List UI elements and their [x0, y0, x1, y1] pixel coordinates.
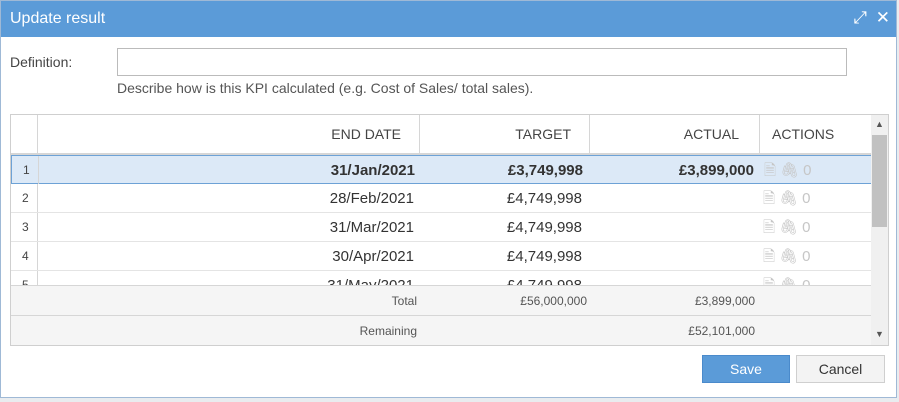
grid-scrollbar[interactable]: ▲ ▼: [871, 115, 888, 345]
note-icon[interactable]: 🗎: [763, 190, 775, 207]
dialog-titlebar: Update result ⤢ ✕: [1, 1, 896, 37]
table-row[interactable]: 5 31/May/2021 £4,749,998 🗎 🖇 0: [11, 271, 873, 285]
total-target: £56,000,000: [520, 294, 587, 308]
cell-actions: 🗎🖇0: [763, 184, 863, 212]
note-icon[interactable]: 🗎: [764, 162, 776, 179]
cell-target[interactable]: £4,749,998: [419, 242, 587, 270]
remaining-row: Remaining £52,101,000: [11, 315, 873, 345]
table-row[interactable]: 3 31/Mar/2021 £4,749,998 🗎 🖇 0: [11, 213, 873, 242]
scroll-down-icon[interactable]: ▼: [871, 329, 888, 339]
row-number: 5: [11, 271, 38, 285]
cell-actions: 🗎🖇0: [763, 242, 863, 270]
close-icon[interactable]: ✕: [876, 8, 890, 28]
note-icon[interactable]: 🗎: [763, 248, 775, 265]
cell-actions: 🗎🖇0: [763, 213, 863, 241]
definition-input[interactable]: [117, 48, 847, 76]
note-icon[interactable]: 🗎: [763, 219, 775, 236]
cell-target[interactable]: £4,749,998: [419, 184, 587, 212]
cell-end-date[interactable]: 28/Feb/2021: [38, 184, 419, 212]
cell-target[interactable]: £3,749,998: [420, 156, 588, 184]
cell-actions: 🗎🖇0: [764, 156, 864, 184]
cell-end-date[interactable]: 31/May/2021: [38, 271, 419, 285]
cell-actual[interactable]: [587, 271, 753, 285]
header-actual[interactable]: ACTUAL: [590, 115, 760, 153]
row-number: 4: [11, 242, 38, 270]
scroll-up-icon[interactable]: ▲: [871, 119, 888, 129]
total-label: Total: [391, 294, 417, 308]
row-number: 2: [11, 184, 38, 212]
results-grid: END DATE TARGET ACTUAL ACTIONS 1 31/Jan/…: [10, 114, 889, 346]
remaining-label: Remaining: [359, 324, 417, 338]
paperclip-icon[interactable]: 🖇: [779, 248, 798, 265]
cell-end-date[interactable]: 31/Mar/2021: [38, 213, 419, 241]
paperclip-icon[interactable]: 🖇: [779, 277, 798, 285]
update-result-dialog: Update result ⤢ ✕ Definition: Describe h…: [0, 0, 897, 398]
table-row[interactable]: 1 31/Jan/2021 £3,749,998 £3,899,000 🗎 🖇 0: [11, 155, 873, 184]
attachment-count: 0: [802, 219, 811, 236]
cell-end-date[interactable]: 30/Apr/2021: [38, 242, 419, 270]
expand-icon[interactable]: ⤢: [853, 8, 867, 28]
cancel-button[interactable]: Cancel: [796, 355, 885, 383]
header-target[interactable]: TARGET: [420, 115, 590, 153]
table-row[interactable]: 4 30/Apr/2021 £4,749,998 🗎 🖇 0: [11, 242, 873, 271]
note-icon[interactable]: 🗎: [763, 277, 775, 285]
row-number: 3: [11, 213, 38, 241]
header-end-date[interactable]: END DATE: [38, 115, 420, 153]
attachment-count: 0: [802, 277, 810, 285]
header-actions: ACTIONS: [772, 126, 835, 142]
attachment-count: 0: [802, 248, 811, 265]
remaining-actual: £52,101,000: [688, 324, 755, 338]
paperclip-icon[interactable]: 🖇: [779, 219, 798, 236]
attachment-count: 0: [802, 190, 811, 207]
paperclip-icon[interactable]: 🖇: [779, 190, 798, 207]
table-row[interactable]: 2 28/Feb/2021 £4,749,998 🗎 🖇 0: [11, 184, 873, 213]
cell-actions: 🗎 🖇 0: [763, 271, 863, 285]
scrollbar-thumb[interactable]: [872, 135, 887, 227]
total-actual: £3,899,000: [694, 294, 755, 308]
header-row-number: [11, 115, 38, 153]
cell-target[interactable]: £4,749,998: [419, 213, 587, 241]
dialog-title: Update result: [10, 10, 106, 27]
paperclip-icon[interactable]: 🖇: [780, 162, 799, 179]
cell-end-date[interactable]: 31/Jan/2021: [39, 156, 420, 184]
row-number: 1: [12, 156, 39, 184]
total-row: Total £56,000,000 £3,899,000: [11, 285, 873, 315]
cell-actual[interactable]: [587, 213, 753, 241]
attachment-count: 0: [803, 162, 812, 179]
cell-actual[interactable]: £3,899,000: [588, 156, 754, 184]
save-button[interactable]: Save: [702, 355, 790, 383]
grid-rows: 1 31/Jan/2021 £3,749,998 £3,899,000 🗎 🖇 0 …: [11, 155, 873, 285]
definition-label: Definition:: [10, 54, 73, 70]
cell-target[interactable]: £4,749,998: [419, 271, 587, 285]
cell-actual[interactable]: [587, 184, 753, 212]
grid-header: END DATE TARGET ACTUAL ACTIONS: [11, 115, 873, 155]
cell-actual[interactable]: [587, 242, 753, 270]
definition-hint: Describe how is this KPI calculated (e.g…: [117, 80, 534, 96]
